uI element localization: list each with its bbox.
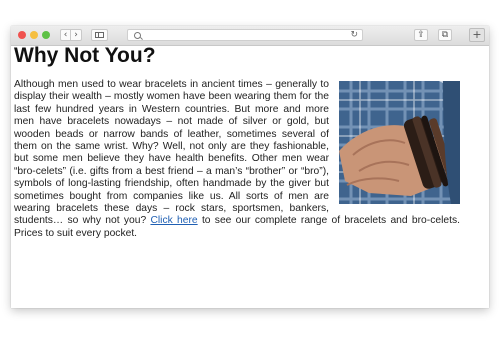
share-icon: ⇪ bbox=[417, 30, 425, 40]
page-content: Why Not You? Although men used to wear b… bbox=[14, 43, 460, 240]
back-button[interactable]: ‹ bbox=[60, 29, 71, 41]
bracelets-photo bbox=[339, 81, 460, 204]
share-button[interactable]: ⇪ bbox=[414, 29, 428, 41]
wrist-bracelets-image bbox=[339, 81, 460, 204]
plus-icon: + bbox=[472, 28, 482, 41]
close-window-button[interactable] bbox=[18, 31, 26, 39]
back-icon: ‹ bbox=[63, 30, 68, 40]
minimize-window-button[interactable] bbox=[30, 31, 38, 39]
forward-button[interactable]: › bbox=[71, 29, 82, 41]
article-body: Although men used to wear bracelets in a… bbox=[14, 79, 460, 240]
article-text: Although men used to wear bracelets in a… bbox=[14, 79, 329, 227]
sidebar-icon bbox=[95, 32, 104, 38]
show-tabs-button[interactable]: ⧉ bbox=[438, 29, 452, 41]
forward-icon: › bbox=[74, 30, 78, 40]
tabs-icon: ⧉ bbox=[441, 30, 449, 40]
click-here-link[interactable]: Click here bbox=[150, 215, 197, 226]
new-tab-button[interactable]: + bbox=[469, 28, 485, 42]
sidebar-toggle-button[interactable] bbox=[91, 29, 108, 41]
address-bar[interactable]: ↻ bbox=[127, 29, 363, 41]
zoom-window-button[interactable] bbox=[42, 31, 50, 39]
page-title: Why Not You? bbox=[14, 44, 156, 67]
reload-icon[interactable]: ↻ bbox=[350, 30, 358, 40]
search-icon bbox=[134, 32, 141, 39]
